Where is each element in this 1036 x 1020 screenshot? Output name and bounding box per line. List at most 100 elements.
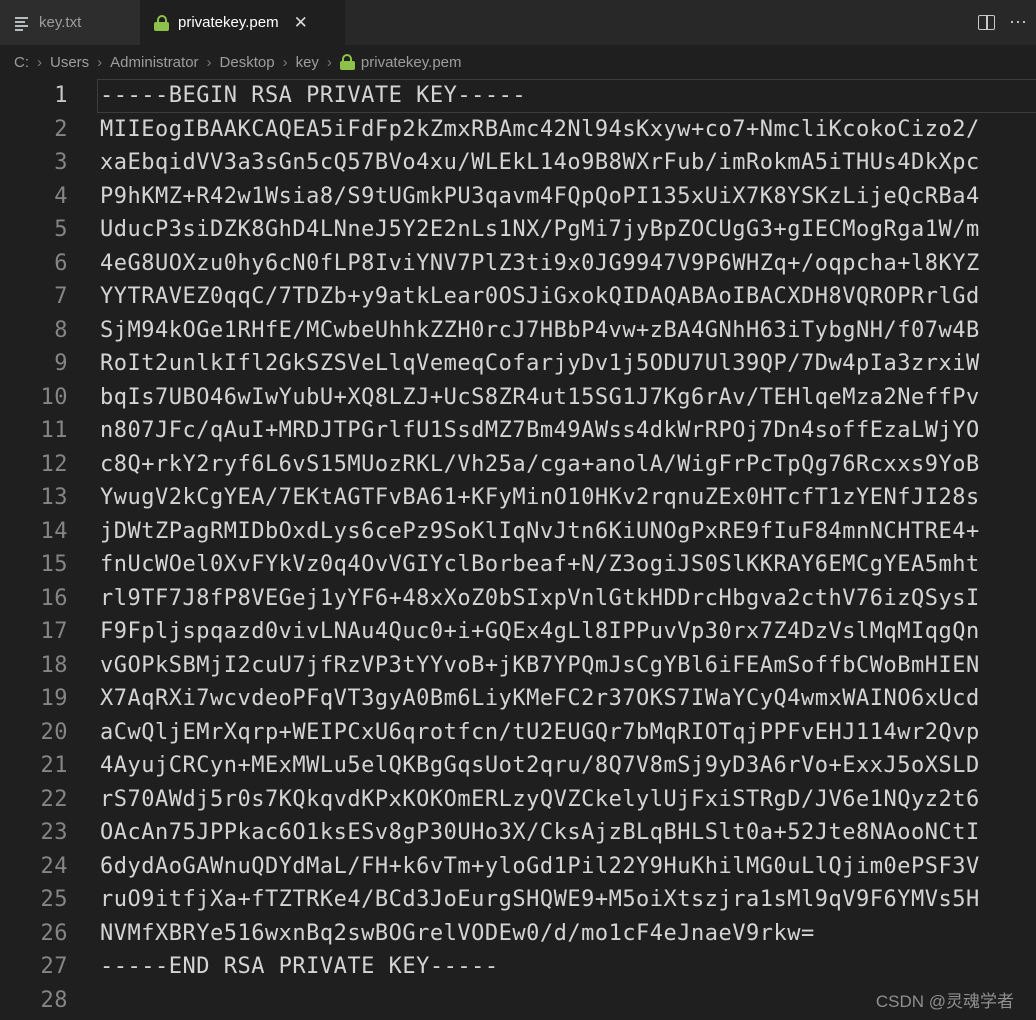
breadcrumb-item[interactable]: Administrator [108,54,200,71]
breadcrumb-item[interactable]: C: [12,54,31,71]
code-line[interactable]: 19 X7AqRXi7wcvdeoPFqVT3gyA0Bm6LiyKMeFC2r3… [0,682,1036,716]
line-content[interactable]: RoIt2unlkIfl2GkSZSVeLlqVemeqCofarjyDv1j5… [100,351,980,376]
line-number: 7 [54,284,68,310]
code-line[interactable]: 8 SjM94kOGe1RHfE/MCwbeUhhkZZH0rcJ7HBbP4vw… [0,314,1036,348]
tab-label: key.txt [39,14,82,31]
tab-privatekey-pem[interactable]: privatekey.pem ✕ [140,0,345,45]
line-number: 14 [40,518,68,544]
editor-actions: ⋯ [978,0,1036,45]
line-content[interactable]: F9Fpljspqazd0vivLNAu4Quc0+i+GQEx4gLl8IPP… [100,619,980,644]
code-line[interactable]: 17 F9Fpljspqazd0vivLNAu4Quc0+i+GQEx4gLl8I… [0,615,1036,649]
breadcrumb-separator: › [97,53,103,71]
line-content[interactable]: fnUcWOel0XvFYkVz0q4OvVGIYclBorbeaf+N/Z3o… [100,552,980,577]
breadcrumb-separator: › [37,53,42,71]
line-number: 9 [54,351,68,377]
line-content[interactable]: ruO9itfjXa+fTZTRKe4/BCd3JoEurgSHQWE9+M5o… [100,887,980,912]
tab-bar: key.txt privatekey.pem ✕ ⋯ [0,0,1036,45]
line-number: 2 [54,116,68,142]
code-line[interactable]: 11 n807JFc/qAuI+MRDJTPGrlfU1SsdMZ7Bm49AWs… [0,414,1036,448]
breadcrumb-item[interactable]: Users [48,54,91,71]
breadcrumb-separator: › [282,53,288,71]
code-line[interactable]: 4 P9hKMZ+R42w1Wsia8/S9tUGmkPU3qavm4FQpQoP… [0,180,1036,214]
code-line[interactable]: 18 vGOPkSBMjI2cuU7jfRzVP3tYYvoB+jKB7YPQmJ… [0,649,1036,683]
line-number: 3 [54,150,68,176]
line-content[interactable]: aCwQljEMrXqrp+WEIPCxU6qrotfcn/tU2EUGQr7b… [100,720,980,745]
code-line[interactable]: 1 -----BEGIN RSA PRIVATE KEY----- [0,79,1036,113]
code-line[interactable]: 24 6dydAoGAWnuQDYdMaL/FH+k6vTm+yloGd1Pil2… [0,850,1036,884]
code-line[interactable]: 2 MIIEogIBAAKCAQEA5iFdFp2kZmxRBAmc42Nl94s… [0,113,1036,147]
line-content[interactable]: 6dydAoGAWnuQDYdMaL/FH+k6vTm+yloGd1Pil22Y… [100,854,980,879]
code-line[interactable]: 27 -----END RSA PRIVATE KEY----- [0,950,1036,984]
line-number: 16 [40,585,68,611]
code-line[interactable]: 10 bqIs7UBO46wIwYubU+XQ8LZJ+UcS8ZR4ut15SG… [0,381,1036,415]
editor-content: 1 -----BEGIN RSA PRIVATE KEY----- 2 MIIEogI… [0,79,1036,1020]
line-content[interactable]: 4eG8UOXzu0hy6cN0fLP8IviYNV7PlZ3ti9x0JG99… [100,251,980,276]
line-content[interactable]: n807JFc/qAuI+MRDJTPGrlfU1SsdMZ7Bm49AWss4… [100,418,980,443]
breadcrumb-item[interactable]: privatekey.pem [338,54,464,71]
code-line[interactable]: 25 ruO9itfjXa+fTZTRKe4/BCd3JoEurgSHQWE9+M… [0,883,1036,917]
line-number: 18 [40,652,68,678]
line-number: 26 [40,920,68,946]
more-actions-icon[interactable]: ⋯ [1009,12,1028,33]
line-content[interactable]: c8Q+rkY2ryf6L6vS15MUozRKL/Vh25a/cga+anol… [100,452,980,477]
line-number: 28 [40,987,68,1013]
line-content[interactable]: YYTRAVEZ0qqC/7TDZb+y9atkLear0OSJiGxokQID… [100,284,980,309]
line-content[interactable]: -----END RSA PRIVATE KEY----- [100,954,499,979]
line-content[interactable]: YwugV2kCgYEA/7EKtAGTFvBA61+KFyMinO10HKv2… [100,485,980,510]
code-line[interactable]: 23 OAcAn75JPPkac6O1ksESv8gP30UHo3X/CksAjz… [0,816,1036,850]
breadcrumb-item[interactable]: Desktop [218,54,277,71]
line-content[interactable]: bqIs7UBO46wIwYubU+XQ8LZJ+UcS8ZR4ut15SG1J… [100,385,980,410]
line-content[interactable]: P9hKMZ+R42w1Wsia8/S9tUGmkPU3qavm4FQpQoPI… [100,184,980,209]
line-content[interactable]: X7AqRXi7wcvdeoPFqVT3gyA0Bm6LiyKMeFC2r37O… [100,686,980,711]
line-content[interactable]: vGOPkSBMjI2cuU7jfRzVP3tYYvoB+jKB7YPQmJsC… [100,653,980,678]
code-line[interactable]: 6 4eG8UOXzu0hy6cN0fLP8IviYNV7PlZ3ti9x0JG9… [0,247,1036,281]
code-line[interactable]: 20 aCwQljEMrXqrp+WEIPCxU6qrotfcn/tU2EUGQr… [0,716,1036,750]
breadcrumb-item[interactable]: key [294,54,321,71]
line-number: 25 [40,887,68,913]
line-content[interactable]: OAcAn75JPPkac6O1ksESv8gP30UHo3X/CksAjzBL… [100,820,980,845]
line-number: 17 [40,619,68,645]
breadcrumb-separator: › [206,53,212,71]
lock-icon [339,54,355,70]
code-line[interactable]: 7 YYTRAVEZ0qqC/7TDZb+y9atkLear0OSJiGxokQI… [0,280,1036,314]
line-number: 10 [40,384,68,410]
line-content[interactable]: rl9TF7J8fP8VEGej1yYF6+48xXoZ0bSIxpVnlGtk… [100,586,980,611]
line-number: 11 [40,418,68,444]
line-number: 8 [54,317,68,343]
text-file-icon [14,15,30,31]
line-number: 13 [40,485,68,511]
close-icon[interactable]: ✕ [294,14,308,31]
vscode-editor-window: key.txt privatekey.pem ✕ ⋯ C: › Users › Admi… [0,0,1036,1020]
code-line[interactable]: 12 c8Q+rkY2ryf6L6vS15MUozRKL/Vh25a/cga+an… [0,448,1036,482]
code-line[interactable]: 26 NVMfXBRYe516wxnBq2swBOGrelVODEw0/d/mo1… [0,917,1036,951]
code-line[interactable]: 9 RoIt2unlkIfl2GkSZSVeLlqVemeqCofarjyDv1j… [0,347,1036,381]
line-number: 24 [40,853,68,879]
line-content[interactable]: UducP3siDZK8GhD4LNneJ5Y2E2nLs1NX/PgMi7jy… [100,217,980,242]
split-editor-icon[interactable] [978,15,995,30]
line-content[interactable]: 4AyujCRCyn+MExMWLu5elQKBgGqsUot2qru/8Q7V… [100,753,980,778]
code-line[interactable]: 14 jDWtZPagRMIDbOxdLys6cePz9SoKlIqNvJtn6K… [0,515,1036,549]
tab-label: privatekey.pem [178,14,279,31]
breadcrumb: C: › Users › Administrator › Desktop › key › priva… [0,45,1036,79]
line-number: 23 [40,820,68,846]
code-line[interactable]: 5 UducP3siDZK8GhD4LNneJ5Y2E2nLs1NX/PgMi7j… [0,213,1036,247]
line-content[interactable]: SjM94kOGe1RHfE/MCwbeUhhkZZH0rcJ7HBbP4vw+… [100,318,980,343]
line-content[interactable]: jDWtZPagRMIDbOxdLys6cePz9SoKlIqNvJtn6KiU… [100,519,980,544]
line-content[interactable]: NVMfXBRYe516wxnBq2swBOGrelVODEw0/d/mo1cF… [100,921,815,946]
code-line[interactable]: 22 rS70AWdj5r0s7KQkqvdKPxKOKOmERLzyQVZCke… [0,783,1036,817]
line-number: 4 [54,183,68,209]
lock-icon [154,14,169,31]
line-content[interactable]: rS70AWdj5r0s7KQkqvdKPxKOKOmERLzyQVZCkely… [100,787,980,812]
line-number: 1 [54,83,68,109]
code-line[interactable]: 16 rl9TF7J8fP8VEGej1yYF6+48xXoZ0bSIxpVnlG… [0,582,1036,616]
line-content[interactable]: -----BEGIN RSA PRIVATE KEY----- [100,83,526,108]
tabbar-spacer [345,0,978,45]
line-content[interactable]: xaEbqidVV3a3sGn5cQ57BVo4xu/WLEkL14o9B8WX… [100,150,980,175]
code-line[interactable]: 13 YwugV2kCgYEA/7EKtAGTFvBA61+KFyMinO10HK… [0,481,1036,515]
tab-key-txt[interactable]: key.txt [0,0,140,45]
code-line[interactable]: 15 fnUcWOel0XvFYkVz0q4OvVGIYclBorbeaf+N/Z… [0,548,1036,582]
code-line[interactable]: 21 4AyujCRCyn+MExMWLu5elQKBgGqsUot2qru/8Q… [0,749,1036,783]
line-number: 6 [54,250,68,276]
line-content[interactable]: MIIEogIBAAKCAQEA5iFdFp2kZmxRBAmc42Nl94sK… [100,117,980,142]
code-line[interactable]: 3 xaEbqidVV3a3sGn5cQ57BVo4xu/WLEkL14o9B8W… [0,146,1036,180]
